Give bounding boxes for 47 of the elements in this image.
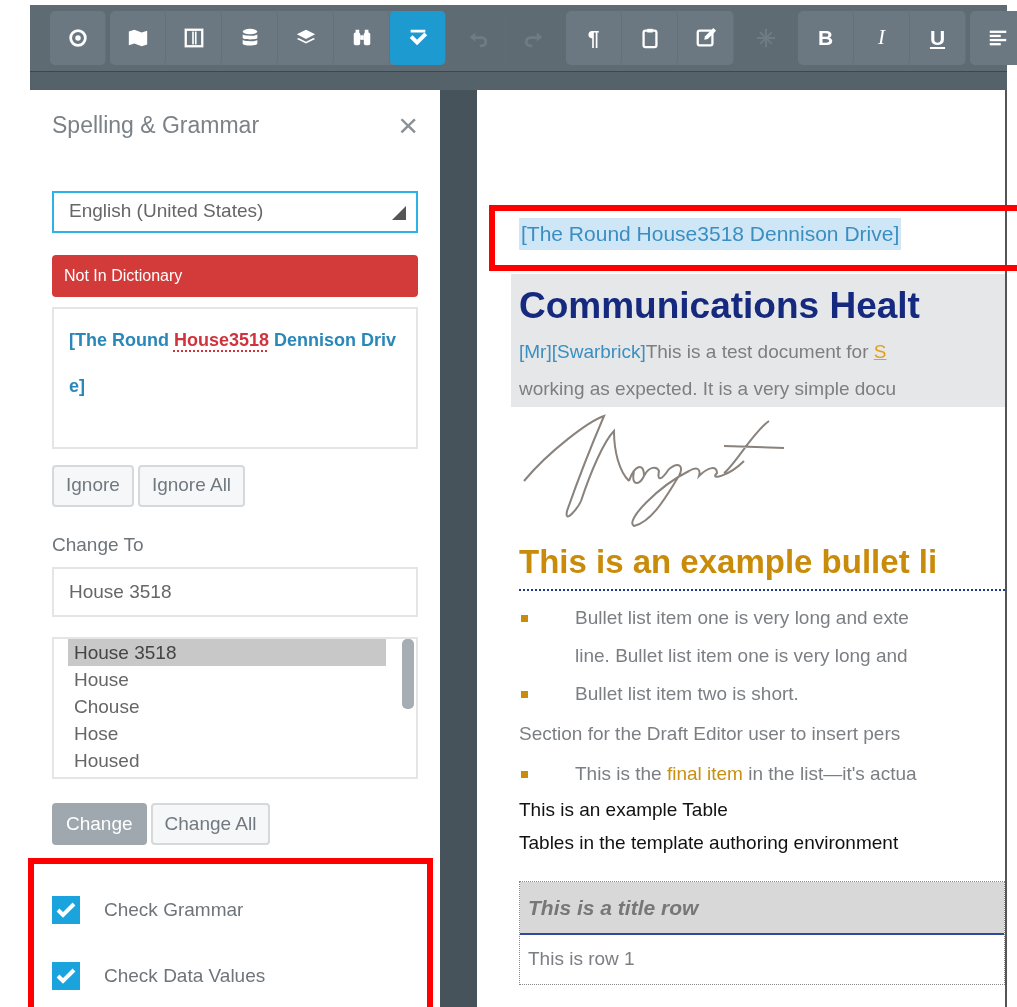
section-heading: This is an example bullet li bbox=[519, 537, 1005, 591]
format-button[interactable]: U bbox=[910, 11, 966, 65]
change-button[interactable]: Change All bbox=[150, 803, 271, 845]
edit-icon bbox=[694, 27, 717, 49]
paragraph-text: Tables in the template authoring environment bbox=[519, 830, 900, 855]
checkbox[interactable] bbox=[52, 896, 80, 924]
ignore-button[interactable]: Ignore All bbox=[137, 464, 246, 507]
target-icon bbox=[66, 27, 89, 49]
suggestion-item[interactable]: House bbox=[68, 666, 386, 693]
language-select[interactable]: English (United States) bbox=[52, 190, 418, 233]
columns-icon bbox=[182, 27, 205, 49]
intro-text: [Mr][Swarbrick]This is a test document for S bbox=[519, 340, 888, 364]
document-title: Communications Healt bbox=[519, 283, 921, 328]
checkbox-label: Check Data Values bbox=[104, 963, 266, 988]
checkbox-label: Check Grammar bbox=[104, 897, 244, 922]
format-button[interactable]: I bbox=[854, 11, 910, 65]
panel-title: Spelling & Grammar bbox=[52, 111, 260, 140]
suggestion-item[interactable]: Chouse bbox=[68, 693, 386, 720]
suggestion-item[interactable]: Housed bbox=[68, 747, 386, 774]
suggestion-item[interactable]: Hose bbox=[68, 720, 386, 747]
paragraph-text: Section for the Draft Editor user to insert pers bbox=[519, 721, 902, 746]
change-button[interactable]: Change bbox=[52, 803, 147, 845]
bullet-text: Bullet list item two is short. bbox=[575, 681, 799, 706]
bullet-icon bbox=[521, 770, 528, 778]
ignore-button[interactable]: Ignore bbox=[52, 464, 134, 507]
address-field: [The Round House3518 Dennison Drive] bbox=[519, 218, 902, 250]
toolbar-button[interactable] bbox=[390, 11, 446, 65]
paragraph-text: This is an example Table bbox=[519, 797, 729, 822]
close-button[interactable]: × bbox=[398, 108, 418, 143]
status-label: Not In Dictionary bbox=[52, 254, 418, 297]
suggestion-item[interactable]: House 3518 bbox=[68, 639, 386, 666]
bullet-icon bbox=[521, 614, 528, 622]
suggestion-list[interactable]: House 3518 House Chouse Hose Housed bbox=[52, 637, 418, 779]
map-icon bbox=[126, 27, 149, 49]
table-cell-text: This is row 1 bbox=[527, 947, 636, 971]
change-to-label: Change To bbox=[52, 532, 145, 557]
table-title-row: This is a title row bbox=[520, 881, 1004, 935]
bullet-icon bbox=[521, 690, 528, 698]
language-value: English (United States) bbox=[69, 199, 264, 224]
scrollbar-thumb[interactable] bbox=[402, 639, 414, 709]
bullet-text: Bullet list item one is very long and exte line. Bullet list item one is very long and bbox=[575, 605, 909, 668]
change-to-field[interactable]: House 3518 bbox=[52, 567, 418, 617]
format-button[interactable]: B bbox=[798, 11, 854, 65]
bullet-text: This is the final item in the list—it's actua bbox=[575, 761, 917, 786]
context-text: [The Round House3518 Dennison Drive] bbox=[52, 306, 418, 449]
checkbox[interactable] bbox=[52, 962, 80, 990]
intro-text: working as expected. It is a very simple docu bbox=[519, 377, 897, 401]
